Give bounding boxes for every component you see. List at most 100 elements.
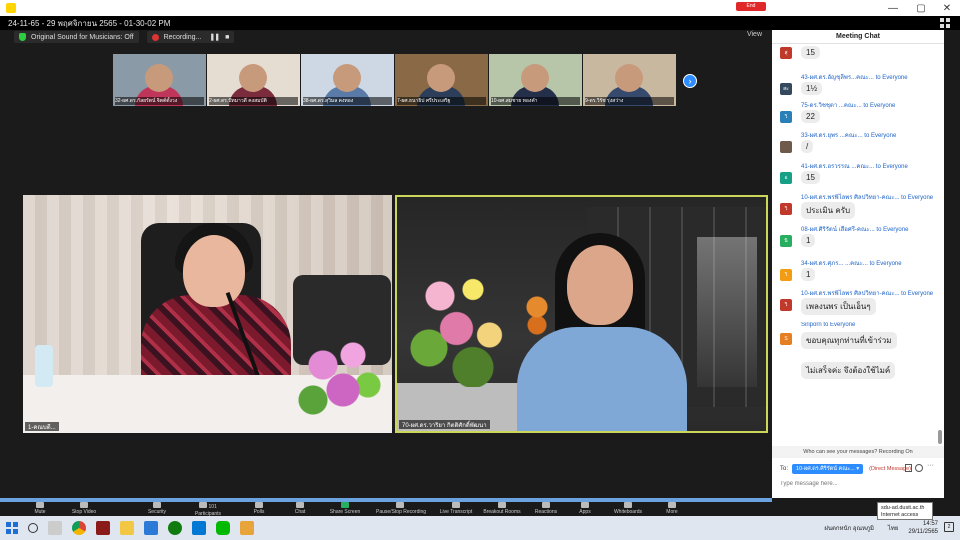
chat-message[interactable]: 10-ผศ.ดร.พรพิไลพร ศิลปวิทยา-คณะ... to Ev…: [780, 288, 938, 318]
transcript-label: Live Transcript: [439, 509, 473, 515]
participant-thumbnail[interactable]: 2-ผศ.ดร.ปัทมาวดี คงสมบัติ: [207, 54, 300, 106]
file-icon[interactable]: [905, 464, 912, 472]
notification-icon[interactable]: 2: [944, 522, 954, 532]
whiteboards-label: Whiteboards: [613, 509, 643, 515]
store-icon[interactable]: [192, 521, 206, 535]
chat-recipient-row: To: 10-ผศ.ดร.ศิริรัตน์ คณะ... ▾ (Direct …: [780, 463, 911, 474]
to-label: To:: [780, 465, 789, 472]
task-view-icon[interactable]: [48, 521, 62, 535]
transcript-button[interactable]: Live Transcript: [432, 502, 480, 516]
end-meeting-button[interactable]: End: [736, 2, 766, 11]
participants-button[interactable]: 101 Participants: [184, 502, 232, 517]
user-avatar: นิ: [780, 235, 792, 247]
chat-message[interactable]: 08-ผศ.ศิริรัตน์ เสือศรี-คณะ... to Everyo…: [780, 224, 938, 254]
chat-message[interactable]: Siriporn to Everyone S ขอบคุณทุกท่านที่เข้…: [780, 322, 938, 352]
whiteboards-button[interactable]: Whiteboards: [604, 502, 652, 516]
video-tile-active-speaker[interactable]: 70-ผศ.ดร.วาริยา กิตติศักดิ์พัฒนา: [395, 195, 768, 433]
security-button[interactable]: Security: [133, 502, 181, 516]
user-avatar: อ: [780, 172, 792, 184]
chat-sender: 75-ดร.วิชชุดา ...คณะ... to Everyone: [801, 103, 896, 109]
pause-recording-button[interactable]: ❚❚: [209, 33, 220, 41]
participant-thumbnail[interactable]: 38-ผศ.ดร.สุวิมล คงทอง: [301, 54, 394, 106]
clock-time: 14:57: [922, 521, 938, 527]
chat-sender: 10-ผศ.ดร.พรพิไลพร ศิลปวิทยา-คณะ... to Ev…: [801, 195, 934, 201]
chat-message-input[interactable]: [780, 477, 935, 491]
bouquet-shape: [407, 257, 517, 387]
chat-sender: 43-ผศ.ดร.อัญชุลีพร...คณะ... to Everyone: [801, 75, 908, 81]
mute-label: Mute: [34, 509, 46, 515]
apps-button[interactable]: Apps: [561, 502, 609, 516]
app-red-icon[interactable]: [96, 521, 110, 535]
chat-message[interactable]: 33-ผศ.ดร.ยุพร ...คณะ... to Everyone /: [780, 130, 938, 160]
chrome-icon[interactable]: [72, 521, 86, 535]
speaker-face: [567, 245, 633, 325]
thumbnail-name-label: 9-ดร.วิรัช รุ่งสว่าง: [585, 97, 674, 105]
chat-scrollbar[interactable]: [938, 430, 942, 444]
chat-bubble: ขอบคุณทุกท่านที่เข้าร่วม: [801, 332, 897, 349]
gallery-grid-icon[interactable]: [940, 18, 950, 28]
chat-visibility-notice[interactable]: Who can see your messages? Recording On: [772, 446, 944, 458]
more-options-icon[interactable]: ···: [927, 462, 934, 469]
speaker-body: [517, 327, 687, 431]
search-icon[interactable]: [28, 523, 38, 533]
speaker-face: [183, 235, 245, 307]
file-explorer-icon[interactable]: [120, 521, 134, 535]
participant-face: [615, 64, 643, 92]
participant-thumbnail[interactable]: 9-ดร.วิรัช รุ่งสว่าง: [583, 54, 676, 106]
chat-message[interactable]: 43-ผศ.ดร.อัญชุลีพร...คณะ... to Everyone ส…: [780, 72, 938, 102]
maximize-button[interactable]: ▢: [908, 0, 934, 16]
chat-message[interactable]: 75-ดร.วิชชุดา ...คณะ... to Everyone วิ 22: [780, 100, 938, 130]
weather-label[interactable]: ฝนตกหนัก อุณหภูมิ: [824, 523, 874, 533]
chat-header: Meeting Chat: [772, 30, 944, 44]
participant-thumbnail[interactable]: 32-ผศ.ดร.กัลยรัตน์ จิตต์ตั้งวง: [113, 54, 206, 106]
chat-message[interactable]: 34-ผศ.ดร.ศุภร... ...คณะ... to Everyone วิ…: [780, 258, 938, 288]
participant-thumbnail[interactable]: 10-ผศ.สมชาย ทองคำ: [489, 54, 582, 106]
participant-thumbnail[interactable]: 7-ผศ.ธนาธิป ศรีประเสริฐ: [395, 54, 488, 106]
line-icon[interactable]: [216, 521, 230, 535]
tooltip-line-1: sdu-ad.dusit.ac.th: [881, 505, 925, 511]
mute-button[interactable]: Mute: [16, 502, 64, 516]
emoji-icon[interactable]: [915, 464, 923, 472]
breakout-label: Breakout Rooms: [483, 509, 521, 515]
participant-name-label: 70-ผศ.ดร.วาริยา กิตติศักดิ์พัฒนา: [399, 420, 490, 429]
shield-icon: [19, 33, 26, 41]
participant-face: [145, 64, 173, 92]
chat-message[interactable]: 10-ผศ.ดร.พรพิไลพร ศิลปวิทยา-คณะ... to Ev…: [780, 192, 938, 222]
recording-button[interactable]: Pause/Stop Recording: [376, 502, 427, 516]
share-button[interactable]: Share Screen: [321, 502, 369, 516]
breakout-button[interactable]: Breakout Rooms: [478, 502, 526, 516]
chat-message[interactable]: 41-ผศ.ดร.อรวรรณ ...คณะ... to Everyone อ 15: [780, 161, 938, 191]
recording-label: Recording...: [163, 33, 202, 41]
thumbnail-strip: 32-ผศ.ดร.กัลยรัตน์ จิตต์ตั้งวง 2-ผศ.ดร.ปั…: [113, 54, 676, 106]
recipient-dropdown[interactable]: 10-ผศ.ดร.ศิริรัตน์ คณะ... ▾: [792, 463, 864, 474]
clock[interactable]: 14:57 29/11/2565: [908, 520, 938, 536]
participant-face: [427, 64, 455, 92]
word-icon[interactable]: [144, 521, 158, 535]
video-button[interactable]: Stop Video: [60, 502, 108, 516]
chat-sender: 34-ผศ.ดร.ศุภร... ...คณะ... to Everyone: [801, 261, 902, 267]
user-avatar: สุ: [780, 47, 792, 59]
chat-message-list[interactable]: สุ 15 43-ผศ.ดร.อัญชุลีพร...คณะ... to Every…: [772, 44, 944, 444]
recording-dot-icon: [151, 33, 159, 41]
windows-start-icon[interactable]: [6, 522, 18, 534]
xbox-icon[interactable]: [168, 521, 182, 535]
video-label: Stop Video: [71, 509, 97, 515]
stop-recording-button[interactable]: ■: [225, 34, 229, 41]
video-tile-host[interactable]: 1-คณบดี...: [23, 195, 392, 433]
chat-button[interactable]: Chat: [276, 502, 324, 516]
view-button[interactable]: View: [747, 31, 762, 38]
close-button[interactable]: ✕: [934, 0, 960, 16]
chat-sender: Siriporn to Everyone: [801, 322, 856, 328]
photos-icon[interactable]: [240, 521, 254, 535]
app-icon: [6, 3, 16, 13]
original-sound-toggle[interactable]: Original Sound for Musicians: Off: [14, 31, 139, 43]
chat-sender: 33-ผศ.ดร.ยุพร ...คณะ... to Everyone: [801, 133, 897, 139]
thumbnail-name-label: 32-ผศ.ดร.กัลยรัตน์ จิตต์ตั้งวง: [115, 97, 204, 105]
language-indicator[interactable]: ไทย: [888, 523, 899, 533]
meeting-chat-panel: Meeting Chat สุ 15 43-ผศ.ดร.อัญชุลีพร...คณ…: [772, 30, 944, 498]
minimize-button[interactable]: —: [880, 0, 906, 16]
chat-message[interactable]: ไม่เสร็จค่ะ จึงต้องใช้ไมค์: [780, 362, 938, 392]
more-button[interactable]: More: [648, 502, 696, 516]
next-page-button[interactable]: ›: [683, 74, 697, 88]
recording-label: Pause/Stop Recording: [376, 509, 427, 515]
